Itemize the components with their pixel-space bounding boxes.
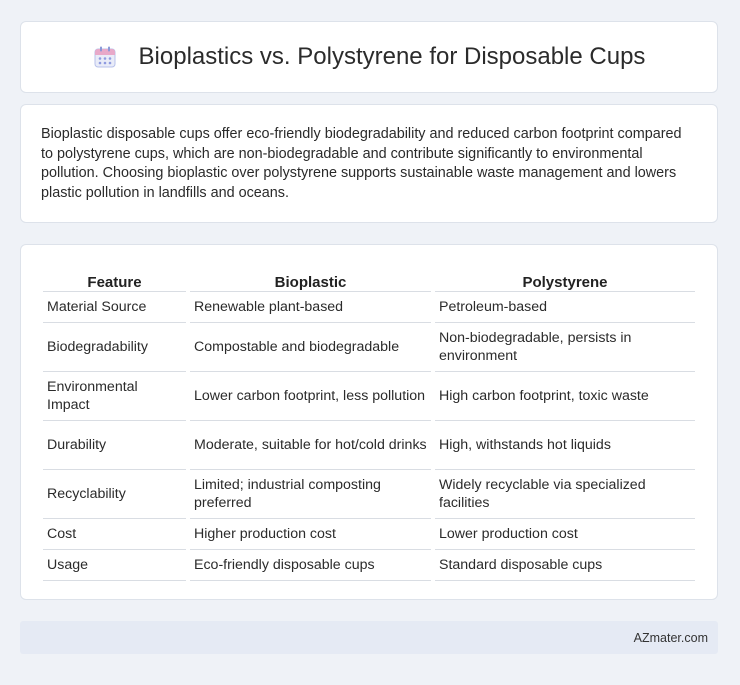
table-cell: Cost xyxy=(43,519,186,550)
table-cell: Petroleum-based xyxy=(435,292,695,323)
table-cell: Durability xyxy=(43,421,186,470)
table-cell: Material Source xyxy=(43,292,186,323)
table-row: Cost Higher production cost Lower produc… xyxy=(43,519,695,550)
table-row: Environmental Impact Lower carbon footpr… xyxy=(43,372,695,421)
table-cell: Non-biodegradable, persists in environme… xyxy=(435,323,695,372)
header-polystyrene: Polystyrene xyxy=(435,265,695,292)
table-cell: Compostable and biodegradable xyxy=(190,323,431,372)
table-cell: Higher production cost xyxy=(190,519,431,550)
header-feature: Feature xyxy=(43,265,186,292)
table-cell: Lower production cost xyxy=(435,519,695,550)
title-card: Bioplastics vs. Polystyrene for Disposab… xyxy=(20,21,718,93)
comparison-table: Feature Bioplastic Polystyrene Material … xyxy=(39,265,699,581)
table-cell: Renewable plant-based xyxy=(190,292,431,323)
table-cell: Moderate, suitable for hot/cold drinks xyxy=(190,421,431,470)
table-row: Material Source Renewable plant-based Pe… xyxy=(43,292,695,323)
footer-bar: AZmater.com xyxy=(20,621,718,654)
table-row: Usage Eco-friendly disposable cups Stand… xyxy=(43,550,695,581)
table-row: Durability Moderate, suitable for hot/co… xyxy=(43,421,695,470)
table-row: Recyclability Limited; industrial compos… xyxy=(43,470,695,519)
comparison-card: Feature Bioplastic Polystyrene Material … xyxy=(20,244,718,600)
table-cell: Recyclability xyxy=(43,470,186,519)
table-cell: Usage xyxy=(43,550,186,581)
intro-card: Bioplastic disposable cups offer eco-fri… xyxy=(20,104,718,223)
table-cell: High carbon footprint, toxic waste xyxy=(435,372,695,421)
header-bioplastic: Bioplastic xyxy=(190,265,431,292)
table-cell: Eco-friendly disposable cups xyxy=(190,550,431,581)
table-cell: Environmental Impact xyxy=(43,372,186,421)
table-cell: Widely recyclable via specialized facili… xyxy=(435,470,695,519)
table-cell: Limited; industrial composting preferred xyxy=(190,470,431,519)
table-cell: High, withstands hot liquids xyxy=(435,421,695,470)
table-header-row: Feature Bioplastic Polystyrene xyxy=(43,265,695,292)
calendar-icon xyxy=(94,46,116,68)
intro-paragraph: Bioplastic disposable cups offer eco-fri… xyxy=(41,126,682,201)
table-cell: Biodegradability xyxy=(43,323,186,372)
page-title: Bioplastics vs. Polystyrene for Disposab… xyxy=(138,43,646,70)
title-row: Bioplastics vs. Polystyrene for Disposab… xyxy=(93,43,646,71)
table-cell: Standard disposable cups xyxy=(435,550,695,581)
footer-site-link[interactable]: AZmater.com xyxy=(634,631,708,645)
table-row: Biodegradability Compostable and biodegr… xyxy=(43,323,695,372)
table-cell: Lower carbon footprint, less pollution xyxy=(190,372,431,421)
